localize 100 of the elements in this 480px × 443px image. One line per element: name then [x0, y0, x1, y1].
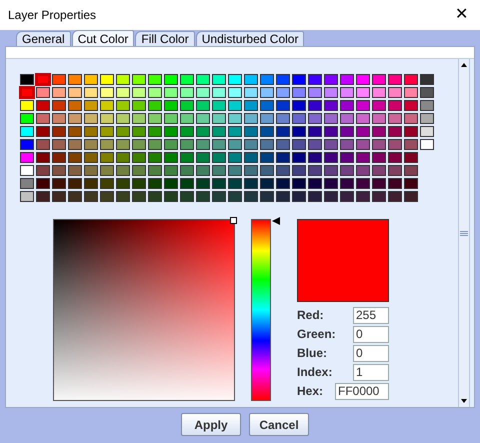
color-swatch[interactable] [52, 74, 66, 85]
color-swatch[interactable] [20, 165, 34, 176]
color-swatch[interactable] [84, 74, 98, 85]
color-swatch[interactable] [340, 100, 354, 111]
color-swatch[interactable] [212, 87, 226, 98]
color-swatch[interactable] [260, 191, 274, 202]
color-swatch[interactable] [164, 113, 178, 124]
tab[interactable]: Cut Color [72, 30, 134, 46]
color-swatch[interactable] [148, 113, 162, 124]
scrollbar[interactable] [458, 59, 470, 407]
color-swatch[interactable] [20, 191, 34, 202]
color-swatch[interactable] [84, 152, 98, 163]
color-swatch[interactable] [324, 152, 338, 163]
color-swatch[interactable] [420, 74, 434, 85]
color-swatch[interactable] [196, 139, 210, 150]
color-picker-square[interactable] [53, 219, 235, 401]
color-swatch[interactable] [180, 191, 194, 202]
color-swatch[interactable] [340, 113, 354, 124]
color-swatch[interactable] [84, 139, 98, 150]
color-swatch[interactable] [356, 165, 370, 176]
color-swatch[interactable] [36, 100, 50, 111]
color-swatch[interactable] [356, 191, 370, 202]
color-swatch[interactable] [52, 139, 66, 150]
color-swatch[interactable] [388, 100, 402, 111]
color-swatch[interactable] [244, 152, 258, 163]
color-swatch[interactable] [276, 87, 290, 98]
color-swatch[interactable] [228, 165, 242, 176]
color-swatch[interactable] [164, 87, 178, 98]
color-swatch[interactable] [36, 74, 50, 85]
color-swatch[interactable] [196, 126, 210, 137]
color-swatch[interactable] [276, 152, 290, 163]
color-swatch[interactable] [196, 87, 210, 98]
color-swatch[interactable] [228, 100, 242, 111]
color-swatch[interactable] [52, 113, 66, 124]
color-swatch[interactable] [404, 191, 418, 202]
color-swatch[interactable] [148, 152, 162, 163]
color-swatch[interactable] [116, 165, 130, 176]
color-swatch[interactable] [372, 74, 386, 85]
color-swatch[interactable] [308, 100, 322, 111]
color-swatch[interactable] [148, 74, 162, 85]
color-swatch[interactable] [260, 74, 274, 85]
color-swatch[interactable] [116, 126, 130, 137]
color-swatch[interactable] [52, 152, 66, 163]
color-swatch[interactable] [340, 139, 354, 150]
color-swatch[interactable] [372, 100, 386, 111]
color-swatch[interactable] [116, 178, 130, 189]
color-swatch[interactable] [388, 139, 402, 150]
color-swatch[interactable] [404, 165, 418, 176]
color-swatch[interactable] [212, 139, 226, 150]
value-field[interactable]: 255 [353, 306, 389, 324]
color-swatch[interactable] [180, 165, 194, 176]
color-swatch[interactable] [372, 178, 386, 189]
color-swatch[interactable] [148, 178, 162, 189]
color-swatch[interactable] [276, 139, 290, 150]
color-swatch[interactable] [228, 191, 242, 202]
color-swatch[interactable] [388, 113, 402, 124]
color-swatch[interactable] [276, 100, 290, 111]
color-swatch[interactable] [308, 152, 322, 163]
color-swatch[interactable] [372, 152, 386, 163]
color-swatch[interactable] [356, 74, 370, 85]
color-swatch[interactable] [196, 100, 210, 111]
color-swatch[interactable] [388, 126, 402, 137]
color-swatch[interactable] [68, 165, 82, 176]
color-swatch[interactable] [420, 100, 434, 111]
color-swatch[interactable] [404, 87, 418, 98]
color-swatch[interactable] [308, 126, 322, 137]
color-swatch[interactable] [292, 191, 306, 202]
color-swatch[interactable] [324, 139, 338, 150]
color-swatch[interactable] [420, 87, 434, 98]
color-swatch[interactable] [132, 165, 146, 176]
color-swatch[interactable] [356, 87, 370, 98]
color-swatch[interactable] [228, 139, 242, 150]
color-swatch[interactable] [292, 87, 306, 98]
color-swatch[interactable] [260, 100, 274, 111]
color-swatch[interactable] [228, 152, 242, 163]
tab[interactable]: General [16, 31, 71, 46]
color-swatch[interactable] [356, 113, 370, 124]
color-swatch[interactable] [116, 152, 130, 163]
color-swatch[interactable] [148, 165, 162, 176]
color-swatch[interactable] [372, 139, 386, 150]
color-swatch[interactable] [276, 191, 290, 202]
color-swatch[interactable] [260, 165, 274, 176]
color-swatch[interactable] [116, 100, 130, 111]
color-swatch[interactable] [116, 139, 130, 150]
color-swatch[interactable] [404, 113, 418, 124]
color-swatch[interactable] [212, 74, 226, 85]
color-swatch[interactable] [404, 178, 418, 189]
color-swatch[interactable] [340, 152, 354, 163]
color-swatch[interactable] [404, 74, 418, 85]
color-swatch[interactable] [340, 191, 354, 202]
color-swatch[interactable] [372, 87, 386, 98]
color-swatch[interactable] [132, 113, 146, 124]
color-swatch[interactable] [20, 74, 34, 85]
tab[interactable]: Fill Color [135, 31, 195, 46]
color-swatch[interactable] [196, 74, 210, 85]
scroll-grip-icon[interactable] [460, 230, 468, 236]
color-swatch[interactable] [116, 87, 130, 98]
color-swatch[interactable] [36, 139, 50, 150]
color-swatch[interactable] [84, 165, 98, 176]
color-swatch[interactable] [36, 191, 50, 202]
